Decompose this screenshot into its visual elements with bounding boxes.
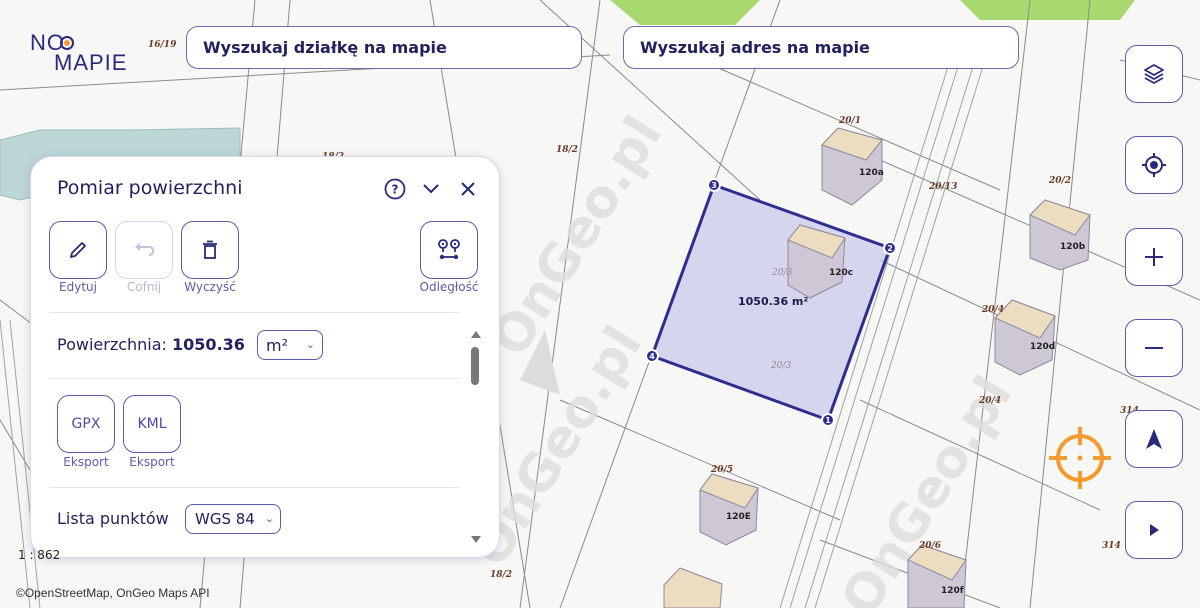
vertex-handle[interactable]: 4 [645,349,659,363]
locator-crosshair-icon [1049,427,1111,489]
north-arrow-icon [1146,429,1162,449]
area-unit-select[interactable]: m² ⌄ [257,330,323,360]
area-value: 1050.36 [172,335,245,354]
undo-button[interactable] [115,221,173,279]
area-result: Powierzchnia: 1050.36 [57,335,245,354]
parcel-search-placeholder: Wyszukaj działkę na mapie [203,38,447,57]
zoom-in-button[interactable] [1125,228,1183,286]
logo-pin-icon [60,36,74,50]
close-icon [461,182,475,196]
distance-button[interactable] [420,221,478,279]
pencil-icon [70,242,86,258]
parcel-inner-label: 20/3 [772,268,793,278]
layers-button[interactable] [1125,45,1183,103]
close-button[interactable] [456,177,480,201]
address-search-input[interactable]: Wyszukaj adres na mapie [623,26,1019,69]
distance-label: Odległość [419,280,479,294]
parcel-label: 20/4 [982,305,1005,315]
building-label: 120b [1060,242,1086,252]
edit-label: Edytuj [59,280,97,294]
crs-select[interactable]: WGS 84 ⌄ [185,504,281,534]
crs-value: WGS 84 [195,510,255,528]
parcel-label: 18/2 [556,145,579,155]
chevron-down-icon: ⌄ [264,512,274,525]
expand-right-icon [1150,524,1159,536]
parcel-label: 314 [1102,541,1121,551]
panel-scrollbar[interactable] [469,331,481,543]
scroll-down-icon[interactable] [471,536,481,543]
parcel-label: 20/4 [979,396,1002,406]
measured-area-label: 1050.36 m² [738,295,809,308]
clear-label: Wyczyść [184,280,236,294]
logo-parcel-label: 16/19 [148,40,177,50]
north-reset-button[interactable] [1125,410,1183,468]
points-list-label: Lista punktów [57,509,169,528]
area-unit-value: m² [266,335,288,355]
trash-icon [203,240,217,259]
app-logo[interactable]: NO MAPIE 16/19 [30,30,180,80]
edit-button[interactable] [49,221,107,279]
panel-title: Pomiar powierzchni [57,177,243,199]
building-label: 120a [859,168,884,178]
area-measurement-panel: Pomiar powierzchni ? Edytuj Cofnij Wyczy… [30,156,500,558]
undo-icon [135,243,155,256]
address-search-placeholder: Wyszukaj adres na mapie [640,38,870,57]
kml-caption: Eksport [129,455,175,469]
map-scale: 1 : 862 [18,548,61,562]
building-label: 120E [726,512,751,522]
panel-divider [49,487,459,488]
zoom-in-icon [1145,248,1163,266]
gpx-label: GPX [71,416,101,432]
panel-divider [49,378,459,379]
vertex-handle[interactable]: 2 [883,241,897,255]
vertex-handle[interactable]: 1 [821,413,835,427]
kml-label: KML [137,416,167,432]
chevron-down-icon: ⌄ [305,338,315,351]
building-label: 120f [941,586,964,596]
parcel-search-input[interactable]: Wyszukaj działkę na mapie [186,26,582,69]
building-label: 120d [1030,342,1056,352]
chevron-down-icon [423,184,439,194]
panel-divider [49,312,459,313]
clear-button[interactable] [181,221,239,279]
scroll-thumb[interactable] [471,347,479,385]
parcel-label: 18/2 [490,570,513,580]
parcel-label: 20/1 [839,116,862,126]
export-gpx-button[interactable]: GPX [57,395,115,453]
zoom-out-button[interactable] [1125,319,1183,377]
expand-panel-button[interactable] [1125,501,1183,559]
export-kml-button[interactable]: KML [123,395,181,453]
parcel-label: 20/2 [1049,176,1072,186]
logo-text-bottom: MAPIE [54,50,128,75]
help-icon: ? [384,178,406,200]
parcel-label: 20/5 [711,465,734,475]
help-button[interactable]: ? [383,177,407,201]
layers-icon [1144,64,1164,84]
zoom-out-icon [1145,347,1163,349]
distance-route-icon [438,239,460,260]
locate-icon [1142,153,1166,177]
parcel-label: 20/13 [929,182,958,192]
parcel-inner-label: 20/3 [771,361,792,371]
map-attribution[interactable]: ©OpenStreetMap, OnGeo Maps API [16,586,210,600]
parcel-label: 20/6 [919,541,942,551]
building-label: 120c [829,268,854,278]
locate-button[interactable] [1125,136,1183,194]
vertex-handle[interactable]: 3 [707,178,721,192]
scroll-up-icon[interactable] [471,331,481,338]
svg-text:?: ? [392,183,399,197]
gpx-caption: Eksport [63,455,109,469]
collapse-button[interactable] [419,177,443,201]
undo-label: Cofnij [126,280,162,294]
